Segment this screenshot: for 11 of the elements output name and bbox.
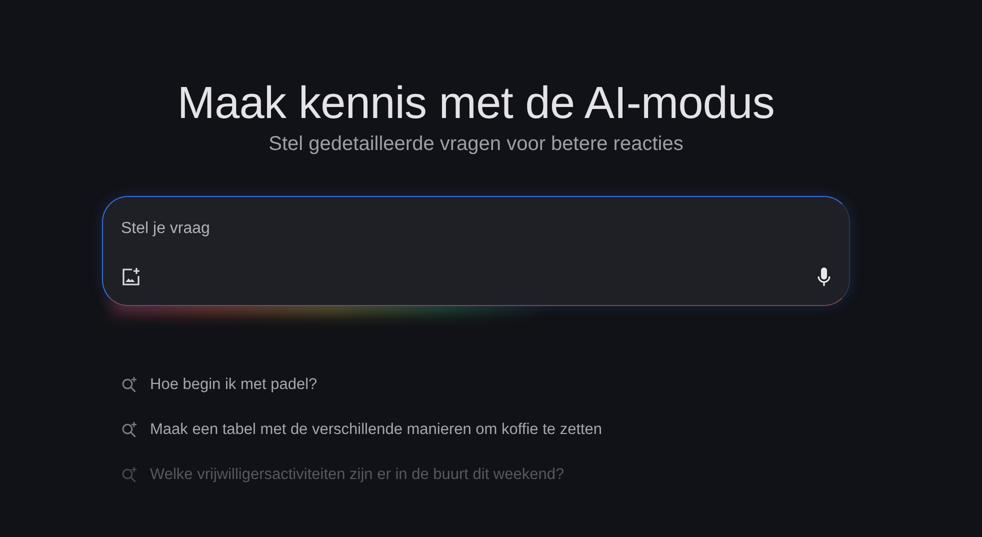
suggestion-link[interactable]: Hoe begin ik met padel?: [121, 362, 318, 407]
image-add-icon[interactable]: [121, 267, 141, 287]
prompt-input[interactable]: Stel je vraag: [121, 217, 831, 241]
sparkle-search-icon: [121, 376, 138, 393]
page-title: Maak kennis met de AI-modus: [177, 77, 775, 129]
sparkle-search-icon: [121, 466, 138, 483]
prompt-field[interactable]: Stel je vraag: [102, 196, 850, 306]
suggestion-link[interactable]: Maak een tabel met de verschillende manieren om koffie te zetten: [121, 407, 602, 452]
page-subtitle: Stel gedetailleerde vragen voor betere reacties: [268, 133, 684, 156]
sparkle-search-icon: [121, 421, 138, 438]
microphone-icon[interactable]: [817, 267, 831, 287]
